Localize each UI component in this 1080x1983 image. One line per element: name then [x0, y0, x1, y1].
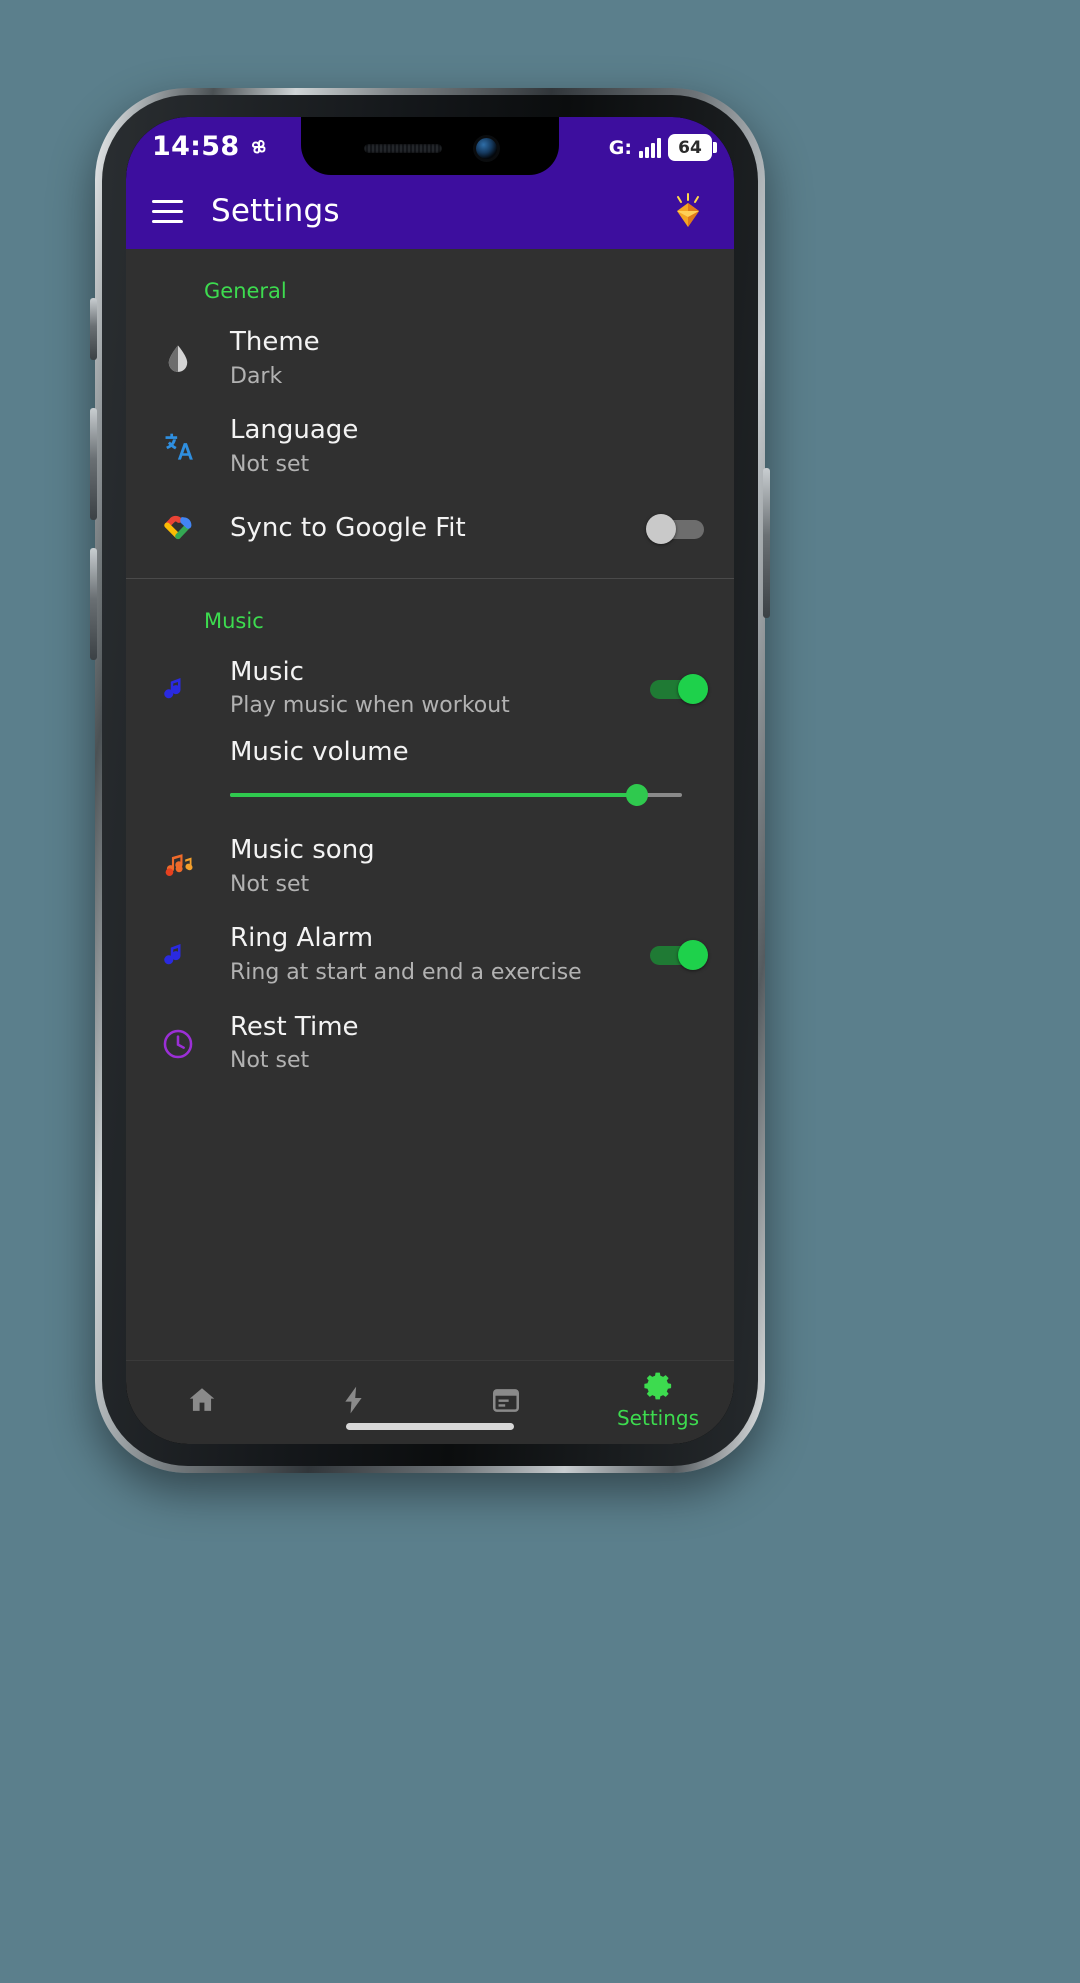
setting-title: Language: [230, 415, 359, 446]
setting-row-text: Ring Alarm Ring at start and end a exerc…: [204, 923, 646, 987]
status-bar: 14:58 G: 64: [126, 117, 734, 175]
nav-item-settings[interactable]: Settings: [582, 1369, 734, 1430]
volume-down-button[interactable]: [90, 548, 97, 660]
setting-row-text: Language Not set: [204, 415, 708, 479]
section-header-music: Music: [204, 608, 264, 633]
page-title: Settings: [211, 193, 340, 229]
phone-frame: 14:58 G: 64 Settings General Theme Dark …: [90, 88, 770, 1473]
setting-title: Sync to Google Fit: [230, 512, 466, 543]
mute-switch-button[interactable]: [90, 298, 97, 360]
translate-language-icon: [152, 430, 204, 464]
setting-subtitle: Not set: [230, 1048, 310, 1074]
setting-row-text: Music Play music when workout: [204, 657, 646, 721]
status-clock: 14:58: [152, 131, 240, 162]
setting-row-music-volume[interactable]: Music volume: [126, 733, 734, 823]
nav-item-settings-label: Settings: [616, 1406, 700, 1430]
setting-row-text: Rest Time Not set: [204, 1012, 708, 1076]
setting-title: Rest Time: [230, 1011, 359, 1042]
phone-screen: 14:58 G: 64 Settings General Theme Dark …: [126, 117, 734, 1444]
pinwheel-icon: [248, 136, 270, 158]
setting-subtitle: Ring at start and end a exercise: [230, 959, 582, 985]
music-volume-label: Music volume: [230, 736, 409, 767]
setting-subtitle: Dark: [230, 363, 283, 389]
setting-row-music[interactable]: Music Play music when workout: [126, 645, 734, 733]
hamburger-menu-icon[interactable]: [152, 199, 183, 223]
gear-settings-icon: [644, 1372, 672, 1400]
setting-title: Ring Alarm: [230, 923, 374, 954]
home-indicator[interactable]: [346, 1423, 514, 1430]
setting-row-sync-google-fit[interactable]: Sync to Google Fit: [126, 492, 734, 566]
setting-row-rest-time[interactable]: Rest Time Not set: [126, 1000, 734, 1088]
google-fit-heart-icon: [152, 511, 204, 547]
setting-row-text: Music song Not set: [204, 835, 708, 899]
setting-row-text: Theme Dark: [204, 327, 708, 391]
setting-subtitle: Play music when workout: [230, 693, 510, 719]
nav-item-calendar[interactable]: [430, 1384, 582, 1416]
app-bar: Settings: [126, 173, 734, 249]
setting-title: Theme: [230, 327, 320, 357]
front-camera: [475, 137, 497, 159]
music-volume-slider-thumb[interactable]: [625, 783, 648, 806]
setting-row-ring-alarm[interactable]: Ring Alarm Ring at start and end a exerc…: [126, 911, 734, 999]
setting-row-language[interactable]: Language Not set: [126, 403, 734, 491]
calendar-icon: [493, 1388, 520, 1412]
setting-subtitle: Not set: [230, 452, 310, 478]
status-bar-left: 14:58: [152, 131, 270, 162]
music-volume-slider[interactable]: [230, 783, 682, 806]
bottom-navigation-bar: Settings: [126, 1360, 734, 1444]
sync-google-fit-toggle[interactable]: [646, 513, 708, 544]
device-notch: [301, 117, 559, 175]
setting-title: Music: [230, 656, 304, 687]
setting-title: Music song: [230, 834, 375, 865]
earpiece-speaker: [363, 143, 442, 153]
clock-icon: [152, 1027, 204, 1061]
theme-droplet-icon: [152, 342, 204, 376]
status-bar-right: G: 64: [608, 131, 717, 161]
lightning-bolt-icon: [345, 1386, 362, 1413]
music-note-icon: [152, 674, 204, 704]
ring-alarm-toggle[interactable]: [646, 940, 708, 971]
settings-list[interactable]: General Theme Dark Language Not set Sync…: [126, 249, 734, 1360]
setting-subtitle: Not set: [230, 871, 310, 897]
setting-row-text: Sync to Google Fit: [204, 513, 646, 545]
battery-indicator: 64: [668, 134, 717, 161]
music-notes-multi-icon: [152, 849, 204, 885]
setting-row-theme[interactable]: Theme Dark: [126, 315, 734, 403]
power-button[interactable]: [763, 468, 770, 618]
signal-bars-icon: [639, 137, 661, 158]
music-note-icon: [152, 940, 204, 970]
network-type-label: G:: [608, 136, 632, 159]
volume-up-button[interactable]: [90, 408, 97, 520]
section-header-general: General: [204, 279, 287, 303]
setting-row-music-song[interactable]: Music song Not set: [126, 823, 734, 911]
nav-item-workout[interactable]: [278, 1384, 430, 1416]
music-toggle[interactable]: [646, 673, 708, 704]
home-icon: [189, 1387, 215, 1411]
nav-item-home[interactable]: [126, 1384, 278, 1416]
diamond-gem-icon[interactable]: [668, 191, 708, 231]
